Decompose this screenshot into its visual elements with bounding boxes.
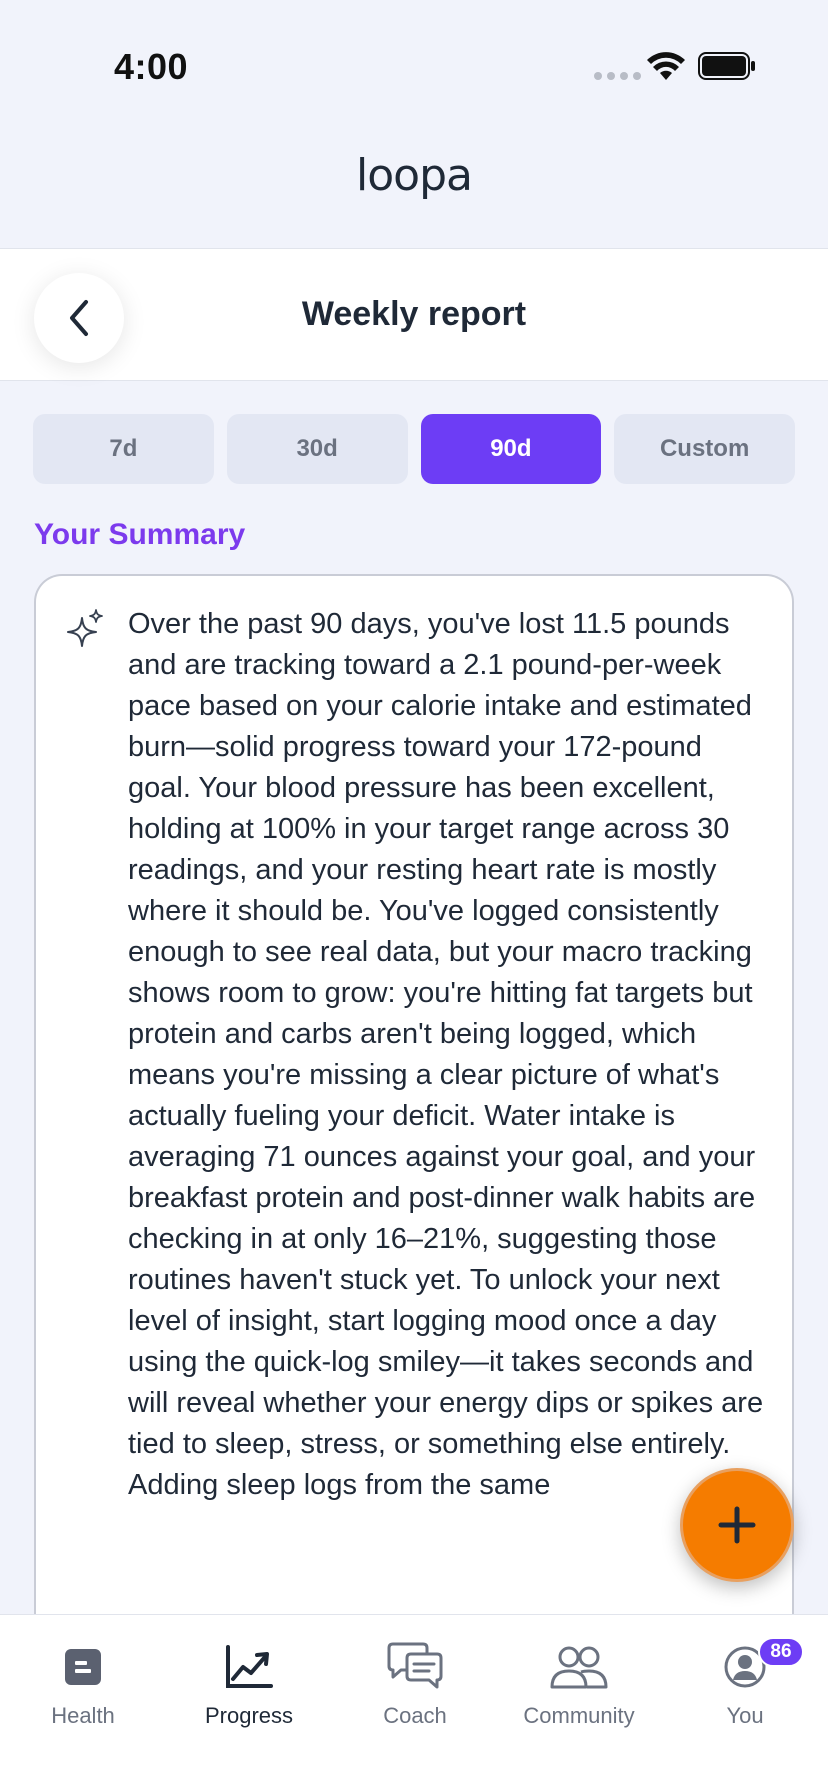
nav-label-health: Health — [51, 1703, 115, 1728]
title-bar: Weekly report — [0, 248, 828, 381]
battery-icon — [698, 52, 755, 80]
bottom-nav: Health Progress Coach Community You 86 — [0, 1614, 828, 1792]
nav-item-progress[interactable]: Progress — [166, 1637, 332, 1729]
cellular-signal-icon — [594, 72, 641, 80]
tab-30d[interactable]: 30d — [226, 414, 408, 484]
range-tabs: 7d 30d 90d Custom — [33, 414, 795, 484]
notification-badge: 86 — [758, 1637, 804, 1667]
health-icon — [65, 1649, 101, 1685]
chat-bubbles-icon — [387, 1642, 443, 1689]
summary-card: Over the past 90 days, you've lost 11.5 … — [34, 574, 794, 1654]
wifi-icon — [647, 52, 685, 80]
nav-label-progress: Progress — [204, 1703, 294, 1728]
nav-label-coach: Coach — [383, 1703, 447, 1728]
nav-item-coach[interactable]: Coach — [332, 1637, 498, 1729]
progress-chart-icon — [226, 1645, 273, 1688]
nav-item-health[interactable]: Health — [0, 1637, 166, 1729]
nav-item-you[interactable]: You 86 — [662, 1637, 828, 1729]
sparkle-icon — [67, 609, 103, 647]
logo-wordmark: loopa — [356, 150, 473, 201]
status-time: 4:00 — [114, 46, 189, 87]
tab-90d[interactable]: 90d — [420, 414, 602, 484]
people-icon — [550, 1646, 608, 1689]
tab-custom[interactable]: Custom — [614, 414, 795, 484]
tab-7d[interactable]: 7d — [33, 414, 214, 484]
plus-icon — [718, 1506, 756, 1544]
summary-heading: Your Summary — [34, 518, 246, 551]
status-bar: 4:00 — [0, 0, 828, 130]
nav-label-you: You — [726, 1703, 764, 1728]
nav-item-community[interactable]: Community — [496, 1637, 662, 1729]
app-logo: loopa — [0, 150, 828, 201]
add-button[interactable] — [680, 1468, 794, 1582]
nav-label-community: Community — [523, 1703, 635, 1728]
page-title: Weekly report — [301, 295, 527, 333]
summary-text: Over the past 90 days, you've lost 11.5 … — [128, 608, 764, 1501]
